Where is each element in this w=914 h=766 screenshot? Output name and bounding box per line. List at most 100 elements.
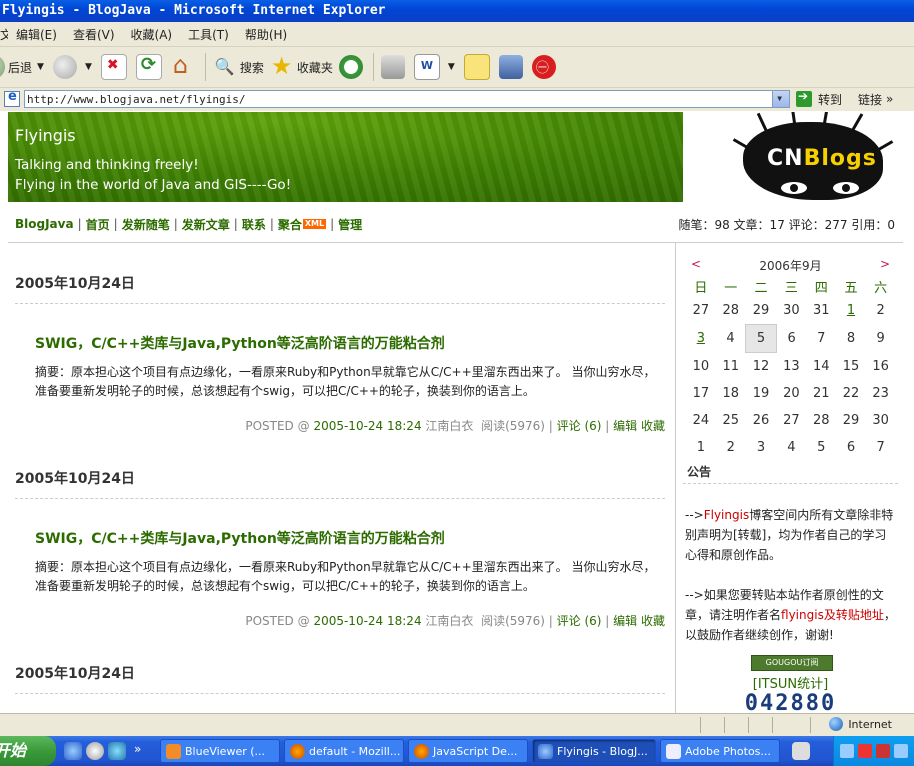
calendar-day: 14 — [813, 358, 830, 374]
media-quicklaunch-icon[interactable] — [86, 742, 104, 760]
post-date: 2005年10月24日 — [15, 276, 135, 292]
calendar-grid: 日一二三四五六 27 28 29 30 31 1 2 3 4 5 6 7 8 9 10 11 12 13 14 15 1… — [686, 275, 896, 461]
taskbar-button[interactable]: Adobe Photos... — [660, 739, 780, 763]
calendar-day-link[interactable]: 1 — [836, 297, 866, 325]
calendar-day: 12 — [752, 359, 770, 374]
post-summary: 摘要：原本担心这个项目有点边缘化，一看原来Ruby和Python早就靠它从C/C… — [35, 365, 656, 398]
go-button[interactable]: 转到 — [796, 89, 842, 108]
post-title[interactable]: SWIG，C/C++类库与Java,Python等泛高阶语言的万能粘合剂 — [35, 528, 445, 548]
nav-syndication[interactable]: 聚合 — [278, 216, 302, 233]
nav-new-article[interactable]: 发新文章 — [182, 216, 230, 233]
post-permalink[interactable]: 2005-10-24 18:24 — [313, 614, 421, 628]
edit-button[interactable] — [411, 49, 446, 85]
quicklaunch-chevron-icon[interactable]: » — [134, 742, 141, 756]
post-title[interactable]: SWIG，C/C++类库与Java,Python等泛高阶语言的万能粘合剂 — [35, 333, 445, 353]
taskbar-button[interactable]: default - Mozill... — [284, 739, 404, 763]
discuss-button[interactable] — [461, 49, 496, 85]
calendar-day: 4 — [726, 331, 735, 346]
notice-highlight: Flyingis — [703, 508, 750, 522]
messenger-button[interactable] — [496, 49, 529, 85]
search-button[interactable]: 搜索 — [210, 49, 267, 85]
tray-icon[interactable] — [876, 744, 890, 758]
nav-admin[interactable]: 管理 — [338, 216, 362, 233]
keyboard-icon[interactable] — [792, 742, 810, 760]
start-button[interactable]: 开始 — [0, 736, 56, 766]
taskbar-button-active[interactable]: Flyingis - BlogJ... — [532, 739, 656, 763]
nav-home[interactable]: 首页 — [86, 216, 110, 233]
forward-dropdown-icon[interactable]: ▼ — [85, 62, 92, 72]
toolbar-separator — [372, 53, 374, 81]
back-button[interactable]: 后退 — [0, 49, 35, 85]
calendar-day: 17 — [692, 386, 710, 401]
page-viewport: Flyingis Talking and thinking freely! Fl… — [0, 111, 914, 713]
links-button[interactable]: 链接 — [858, 91, 882, 108]
word-edit-icon — [413, 54, 440, 80]
back-dropdown-icon[interactable]: ▼ — [37, 62, 44, 72]
ie-quicklaunch-icon[interactable] — [64, 742, 82, 760]
tray-icon[interactable] — [894, 744, 908, 758]
blog-title[interactable]: Flyingis — [15, 126, 76, 145]
calendar-day: 27 — [692, 303, 710, 319]
address-input[interactable]: http://www.blogjava.net/flyingis/ — [24, 89, 790, 108]
calendar-day: 9 — [876, 331, 885, 346]
home-button[interactable] — [168, 49, 201, 85]
menu-file[interactable]: 文件(F) — [0, 26, 8, 43]
post-comments-link[interactable]: 评论 (6) — [557, 419, 602, 433]
cnblogs-logo[interactable]: CNBlogs — [683, 112, 903, 202]
menu-view[interactable]: 查看(V) — [65, 26, 123, 43]
post-edit-link[interactable]: 编辑 — [613, 614, 637, 628]
search-icon — [213, 55, 237, 79]
calendar-day: 10 — [692, 358, 710, 374]
calendar-weekday: 六 — [874, 280, 888, 296]
research-button[interactable] — [529, 49, 562, 85]
back-label: 后退 — [8, 60, 33, 75]
logo-eye-icon — [833, 182, 859, 194]
nav-new-post[interactable]: 发新随笔 — [122, 216, 170, 233]
address-dropdown-icon[interactable] — [772, 89, 789, 107]
calendar-day: 7 — [817, 331, 826, 346]
nav-contact[interactable]: 联系 — [242, 216, 266, 233]
tray-icon[interactable] — [858, 744, 872, 758]
stop-button[interactable] — [98, 49, 133, 85]
post-permalink[interactable]: 2005-10-24 18:24 — [313, 419, 421, 433]
gougou-subscribe-badge[interactable]: GOUGOU订阅 — [751, 655, 833, 671]
browser-quicklaunch-icon[interactable] — [108, 742, 126, 760]
taskbar-button[interactable]: JavaScript De... — [408, 739, 528, 763]
calendar-day: 5 — [817, 440, 826, 455]
calendar-day: 7 — [876, 440, 885, 455]
menu-tools[interactable]: 工具(T) — [180, 26, 237, 43]
xml-badge-icon[interactable]: XML — [302, 219, 327, 229]
search-label: 搜索 — [239, 60, 264, 75]
itsun-stats-link[interactable]: [ITSUN统计] — [683, 673, 898, 692]
links-chevron-icon[interactable]: » — [886, 92, 893, 106]
menu-favorites[interactable]: 收藏(A) — [123, 26, 181, 43]
menu-edit[interactable]: 编辑(E) — [8, 26, 65, 43]
post-collect-link[interactable]: 收藏 — [641, 419, 665, 433]
history-button[interactable] — [336, 49, 369, 85]
calendar-today: 5 — [745, 324, 777, 353]
calendar-day: 4 — [787, 440, 796, 455]
window-title: Flyingis - BlogJava - Microsoft Internet… — [2, 3, 386, 18]
forward-button[interactable] — [50, 49, 83, 85]
calendar-day-link[interactable]: 3 — [686, 325, 716, 353]
calendar-day: 30 — [872, 413, 889, 428]
post-collect-link[interactable]: 收藏 — [641, 614, 665, 628]
calendar-day: 30 — [783, 303, 800, 319]
nav-blogjava[interactable]: BlogJava — [15, 217, 74, 231]
edit-dropdown-icon[interactable]: ▼ — [448, 62, 455, 72]
logo-text: CNBlogs — [767, 146, 877, 171]
calendar-next-button[interactable]: > — [880, 257, 890, 271]
logo-eye-icon — [781, 182, 807, 194]
favorites-button[interactable]: 收藏夹 — [267, 49, 336, 85]
taskbar-button[interactable]: BlueViewer (... — [160, 739, 280, 763]
post-edit-link[interactable]: 编辑 — [613, 419, 637, 433]
refresh-button[interactable] — [133, 49, 168, 85]
blog-description: Talking and thinking freely! Flying in t… — [15, 155, 291, 195]
taskbar: 开始 » BlueViewer (... default - Mozill...… — [0, 736, 914, 766]
print-button[interactable] — [378, 49, 411, 85]
tray-icon[interactable] — [840, 744, 854, 758]
calendar-weekday: 五 — [844, 280, 858, 296]
post-comments-link[interactable]: 评论 (6) — [557, 614, 602, 628]
menu-help[interactable]: 帮助(H) — [237, 26, 295, 43]
calendar-day: 24 — [692, 413, 710, 428]
